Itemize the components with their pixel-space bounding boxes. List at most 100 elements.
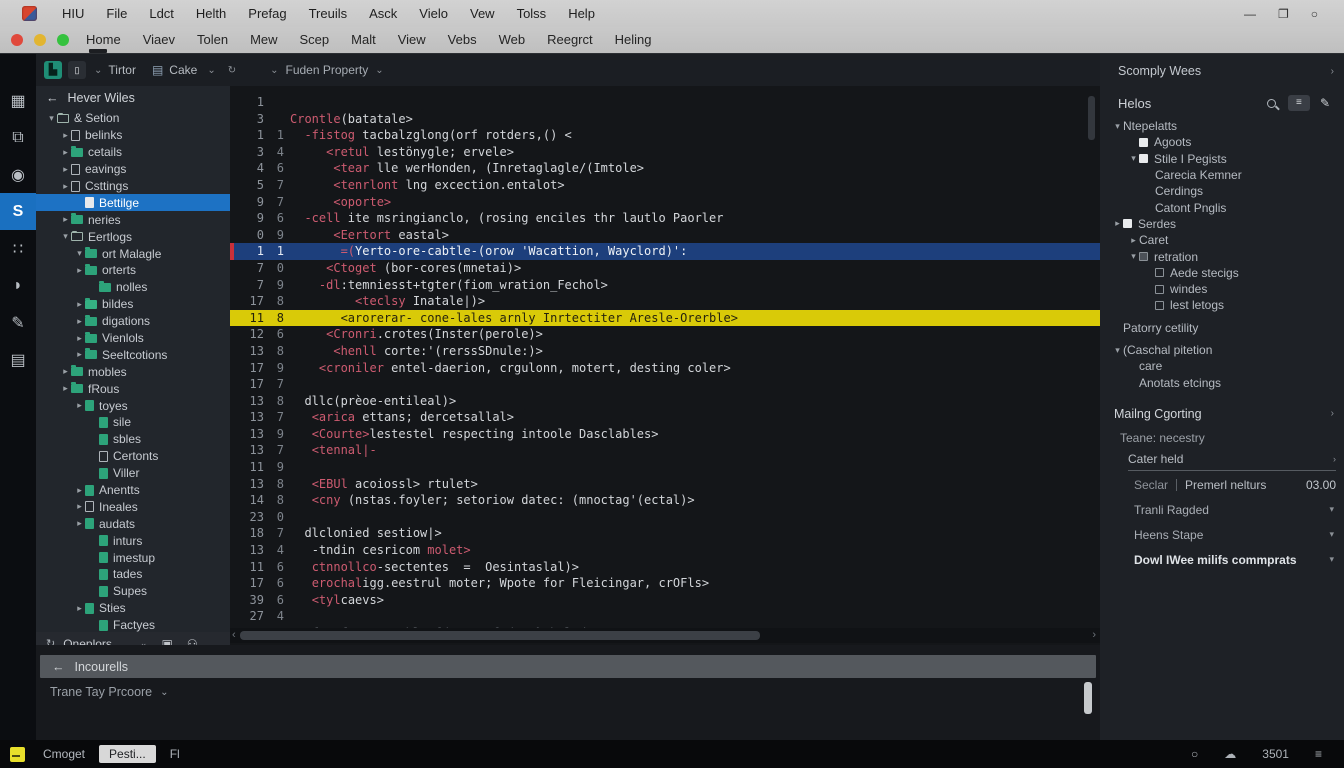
sidebar-item-bettilge[interactable]: Bettilge bbox=[36, 194, 230, 211]
sidebar-item-seeltcotions[interactable]: ▸Seeltcotions bbox=[36, 346, 230, 363]
chevron-down-icon[interactable]: ⌄ bbox=[207, 65, 215, 76]
code-line-29[interactable]: 116 ctnnollco-sectentes = Oesintaslal)> bbox=[230, 559, 1100, 576]
inspector-item-care[interactable]: care bbox=[1108, 358, 1344, 374]
code-line-16[interactable]: 138 <henll corte:'(rerssSDnule:)> bbox=[230, 343, 1100, 360]
chevron-expanded-icon[interactable]: ▾ bbox=[46, 113, 57, 124]
dowl-dropdown[interactable]: Dowl IWee milifs commprats ▾ bbox=[1134, 549, 1336, 571]
chevron-right-icon[interactable]: › bbox=[1331, 66, 1334, 77]
chevron-collapsed-icon[interactable]: ▸ bbox=[60, 181, 71, 192]
menu-item-prefag[interactable]: Prefag bbox=[237, 0, 297, 27]
checkbox-icon[interactable] bbox=[1155, 301, 1164, 310]
breadcrumb[interactable]: ⌄ Fuden Property ⌄ bbox=[270, 63, 384, 77]
secondary-menu-item-tolen[interactable]: Tolen bbox=[186, 27, 239, 53]
sidebar-item-sties[interactable]: ▸Sties bbox=[36, 600, 230, 617]
close-button[interactable]: ○ bbox=[1311, 7, 1318, 21]
code-line-2[interactable]: 3Crontle(batatale> bbox=[230, 111, 1100, 128]
sidebar-item-supes[interactable]: Supes bbox=[36, 583, 230, 600]
chevron-collapsed-icon[interactable]: ▸ bbox=[74, 265, 85, 276]
checkbox-filled-icon[interactable] bbox=[1139, 252, 1148, 261]
tranli-dropdown[interactable]: Tranli Ragded ▾ bbox=[1134, 499, 1336, 521]
chevron-expanded-icon[interactable]: ▾ bbox=[1128, 251, 1139, 262]
chevron-collapsed-icon[interactable]: ▸ bbox=[60, 366, 71, 377]
bottom-panel-bar[interactable]: ← Incourells bbox=[40, 655, 1096, 678]
edit-icon[interactable]: ✎ bbox=[1320, 96, 1330, 110]
code-line-17[interactable]: 179 <croniler entel-daerion, crgulonn, m… bbox=[230, 360, 1100, 377]
sidebar-item-ort-malagle[interactable]: ▾ort Malagle bbox=[36, 245, 230, 262]
secondary-menu-item-vebs[interactable]: Vebs bbox=[437, 27, 488, 53]
code-line-26[interactable]: 230 bbox=[230, 509, 1100, 526]
minimize-button[interactable]: — bbox=[1244, 7, 1256, 21]
secondary-menu-item-mew[interactable]: Mew bbox=[239, 27, 288, 53]
code-line-10[interactable]: 11 =(Yerto-ore-cabtle-(orow 'Wacattion, … bbox=[230, 243, 1100, 260]
chevron-right-icon[interactable]: › bbox=[1331, 408, 1334, 419]
apps-icon[interactable]: ∷ bbox=[0, 230, 36, 267]
pause-tool-icon[interactable]: ▯ bbox=[68, 61, 86, 79]
checkbox-icon[interactable] bbox=[1155, 268, 1164, 277]
code-line-18[interactable]: 177 bbox=[230, 376, 1100, 393]
menu-item-help[interactable]: Help bbox=[557, 0, 606, 27]
sidebar-item-cetails[interactable]: ▸cetails bbox=[36, 144, 230, 161]
code-line-22[interactable]: 137 <tennal|- bbox=[230, 442, 1100, 459]
chevron-expanded-icon[interactable]: ▾ bbox=[74, 248, 85, 259]
play-circle-icon[interactable]: ◉ bbox=[0, 156, 36, 193]
package-icon[interactable]: ⧉ bbox=[0, 119, 36, 156]
inspector-item-carecia-kemner[interactable]: Carecia Kemner bbox=[1108, 167, 1344, 183]
inspector-item-patorry-cetility[interactable]: Patorry cetility bbox=[1108, 320, 1344, 336]
code-line-28[interactable]: 134 -tndin cesricom molet> bbox=[230, 542, 1100, 559]
sidebar-item-orterts[interactable]: ▸orterts bbox=[36, 262, 230, 279]
code-line-15[interactable]: 126 <Cronri.crotes(Inster(perole)> bbox=[230, 326, 1100, 343]
status-tab-button[interactable]: Pesti... bbox=[99, 745, 156, 763]
code-line-1[interactable]: 1 bbox=[230, 94, 1100, 111]
sidebar-item-eavings[interactable]: ▸eavings bbox=[36, 161, 230, 178]
menu-item-asck[interactable]: Asck bbox=[358, 0, 408, 27]
chevron-collapsed-icon[interactable]: ▸ bbox=[74, 501, 85, 512]
sidebar-item-eertlogs[interactable]: ▾Eertlogs bbox=[36, 228, 230, 245]
checkbox-checked-icon[interactable] bbox=[1139, 154, 1148, 163]
pen-icon[interactable]: ✎ bbox=[0, 304, 36, 341]
code-line-12[interactable]: 79 -dl:temniesst+tgter(fiom_wration_Fech… bbox=[230, 277, 1100, 294]
maximize-button[interactable]: ❐ bbox=[1278, 7, 1289, 21]
sidebar-item--setion[interactable]: ▾& Setion bbox=[36, 110, 230, 127]
sidebar-item-tades[interactable]: tades bbox=[36, 566, 230, 583]
chevron-collapsed-icon[interactable]: ▸ bbox=[60, 147, 71, 158]
bottom-scrollbar-thumb[interactable] bbox=[1084, 682, 1092, 714]
secondary-menu-item-scep[interactable]: Scep bbox=[289, 27, 341, 53]
sidebar-item-frous[interactable]: ▸fRous bbox=[36, 380, 230, 397]
sidebar-item-csttings[interactable]: ▸Csttings bbox=[36, 178, 230, 195]
chevron-expanded-icon[interactable]: ▾ bbox=[60, 231, 71, 242]
code-line-32[interactable]: 274 bbox=[230, 608, 1100, 625]
menu-item-treuils[interactable]: Treuils bbox=[298, 0, 359, 27]
code-line-31[interactable]: 396 <tylcaevs> bbox=[230, 592, 1100, 609]
chevron-collapsed-icon[interactable]: ▸ bbox=[74, 349, 85, 360]
code-line-14[interactable]: 118 <arorerar- cone-lales arnly Inrtecti… bbox=[230, 310, 1100, 327]
sidebar-item-neries[interactable]: ▸neries bbox=[36, 211, 230, 228]
sidebar-item-inturs[interactable]: inturs bbox=[36, 532, 230, 549]
tool-label-tirtor[interactable]: Tirtor bbox=[108, 63, 136, 77]
chevron-expanded-icon[interactable]: ▾ bbox=[1128, 153, 1139, 164]
sidebar-item-audats[interactable]: ▸audats bbox=[36, 515, 230, 532]
lines-icon[interactable]: ≡ bbox=[1315, 747, 1322, 761]
horizontal-scrollbar-thumb[interactable] bbox=[240, 631, 760, 640]
code-line-25[interactable]: 148 <cny (nstas.foyler; setoriow datec: … bbox=[230, 492, 1100, 509]
sidebar-item-mobles[interactable]: ▸mobles bbox=[36, 363, 230, 380]
code-line-9[interactable]: 09 <Eertort eastal> bbox=[230, 227, 1100, 244]
traffic-light-close-icon[interactable] bbox=[11, 34, 23, 46]
inspector-item-aede-stecigs[interactable]: Aede stecigs bbox=[1108, 265, 1344, 281]
menu-item-vielo[interactable]: Vielo bbox=[408, 0, 459, 27]
code-line-23[interactable]: 119 bbox=[230, 459, 1100, 476]
chevron-collapsed-icon[interactable]: ▸ bbox=[74, 400, 85, 411]
secondary-menu-item-home[interactable]: Home bbox=[75, 27, 132, 53]
inspector-item-cerdings[interactable]: Cerdings bbox=[1108, 183, 1344, 199]
chevron-collapsed-icon[interactable]: ▸ bbox=[60, 214, 71, 225]
inspector-item-catont-pnglis[interactable]: Catont Pnglis bbox=[1108, 199, 1344, 215]
chevron-collapsed-icon[interactable]: ▸ bbox=[74, 316, 85, 327]
refresh-icon[interactable]: ↻ bbox=[228, 65, 236, 76]
code-line-30[interactable]: 176 erochaligg.eestrul moter; Wpote for … bbox=[230, 575, 1100, 592]
horizontal-scrollbar[interactable]: ‹ › bbox=[230, 628, 1100, 643]
sidebar-item-belinks[interactable]: ▸belinks bbox=[36, 127, 230, 144]
inspector-item--caschal-pitetion[interactable]: ▾(Caschal pitetion bbox=[1108, 342, 1344, 358]
code-line-3[interactable]: 11 -fistog tacbalzglong(orf rotders,() < bbox=[230, 127, 1100, 144]
sidebar-item-vienlols[interactable]: ▸Vienlols bbox=[36, 330, 230, 347]
inspector-item-stile-i-pegists[interactable]: ▾Stile I Pegists bbox=[1108, 151, 1344, 167]
chevron-collapsed-icon[interactable]: ▸ bbox=[74, 603, 85, 614]
